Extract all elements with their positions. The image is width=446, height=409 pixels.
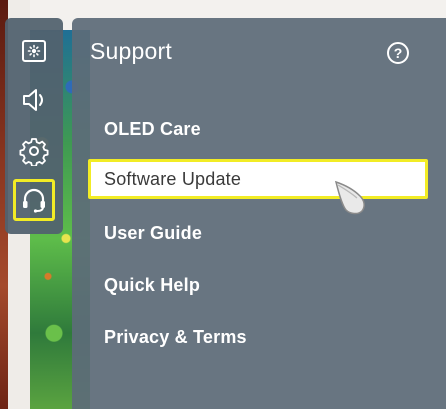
question-circle-icon[interactable]: ?: [387, 42, 409, 64]
sound-settings-button[interactable]: [13, 79, 55, 121]
menu-item-oled-care[interactable]: OLED Care: [88, 109, 428, 149]
picture-settings-button[interactable]: [13, 30, 55, 72]
gear-icon: [19, 138, 49, 166]
settings-icon-rail: [5, 18, 63, 234]
support-panel: Support ? OLED Care Software Update User…: [72, 18, 446, 409]
menu-item-software-update[interactable]: Software Update: [88, 159, 428, 199]
support-button[interactable]: [13, 179, 55, 221]
pointer-cursor-icon: [334, 180, 365, 215]
general-settings-button[interactable]: [13, 130, 55, 172]
sound-speaker-icon: [23, 89, 43, 111]
menu-item-quick-help[interactable]: Quick Help: [88, 265, 428, 305]
panel-title: Support: [90, 38, 172, 64]
picture-settings-icon: [22, 40, 46, 62]
headset-support-icon: [23, 188, 45, 213]
menu-item-user-guide[interactable]: User Guide: [88, 213, 428, 253]
menu-item-privacy-terms[interactable]: Privacy & Terms: [88, 317, 428, 357]
